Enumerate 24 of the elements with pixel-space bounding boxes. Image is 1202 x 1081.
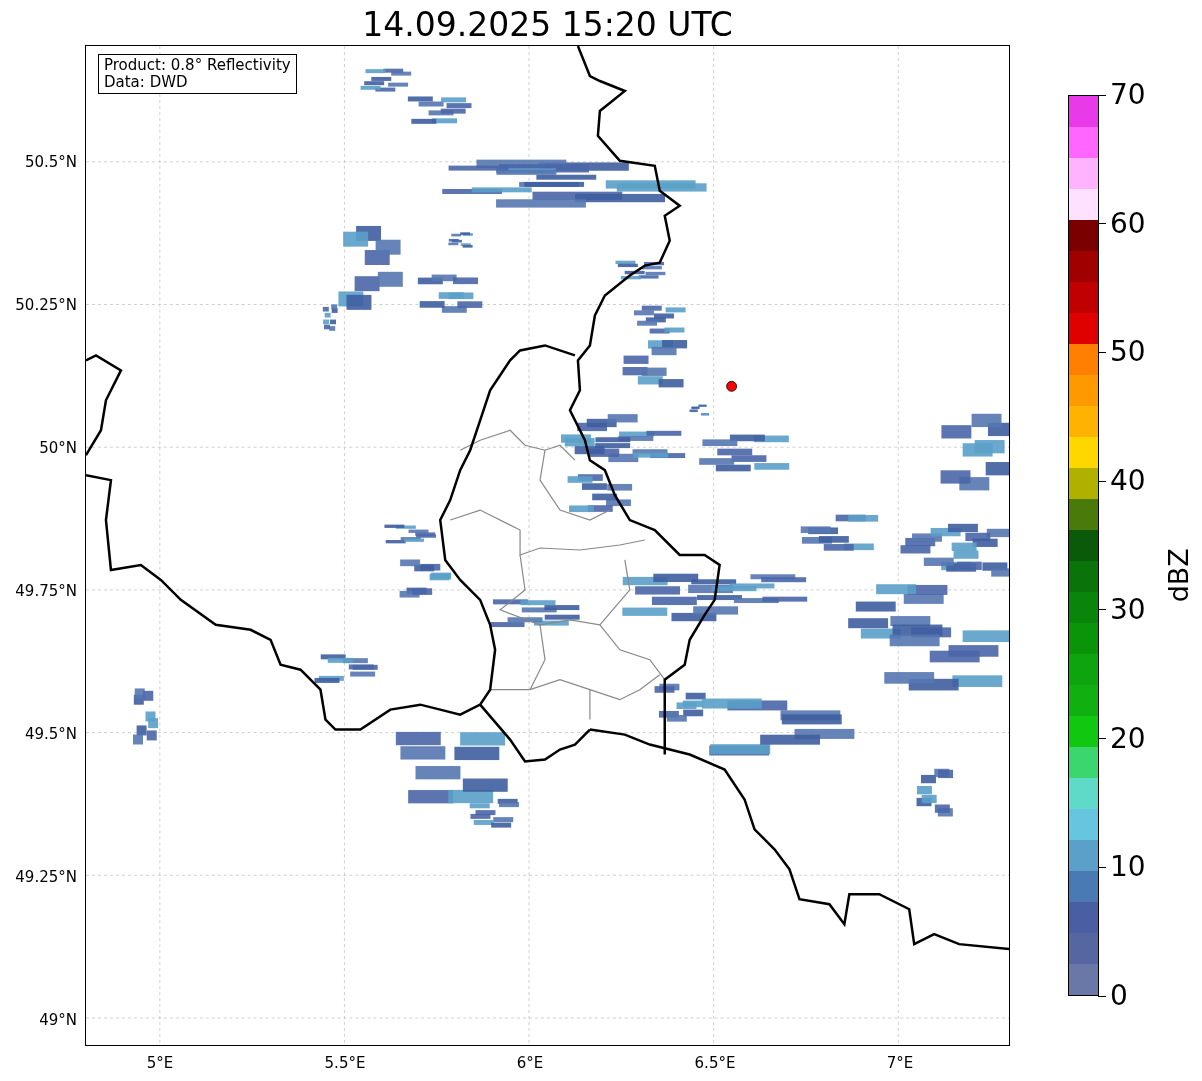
chart-title: 14.09.2025 15:20 UTC: [361, 4, 734, 46]
legend-text: Product: 0.8° Reflectivity: [104, 57, 291, 74]
axis-tick-label: 50.5°N: [24, 153, 77, 171]
colorbar-tick-label: 30: [1098, 593, 1146, 626]
colorbar-tick-label: 10: [1098, 851, 1146, 884]
axis-tick-label: 50.25°N: [15, 296, 77, 314]
colorbar-tick-label: 50: [1098, 336, 1146, 369]
axis-tick-label: 5°E: [146, 1054, 174, 1072]
axis-tick-label: 49.75°N: [15, 582, 77, 600]
colorbar-tick-label: 70: [1098, 79, 1146, 111]
axis-tick-label: 50°N: [39, 439, 77, 457]
axis-tick-label: 49.5°N: [24, 725, 77, 743]
axis-tick-label: 49°N: [39, 1011, 77, 1029]
colorbar-tick-label: 20: [1098, 722, 1146, 755]
colorbar-label: dBZ: [1162, 546, 1195, 605]
colorbar-tick-label: 60: [1098, 207, 1146, 240]
axis-tick-label: 5.5°E: [324, 1054, 366, 1072]
axis-tick-label: 49.25°N: [15, 868, 77, 886]
axis-tick-label: 6°E: [516, 1054, 544, 1072]
axis-tick-label: 7°E: [886, 1054, 914, 1072]
legend-text: Data: DWD: [104, 74, 189, 91]
colorbar-tick-label: 0: [1098, 980, 1128, 1012]
axis-tick-label: 6.5°E: [694, 1054, 736, 1072]
colorbar-tick-label: 40: [1098, 465, 1146, 498]
